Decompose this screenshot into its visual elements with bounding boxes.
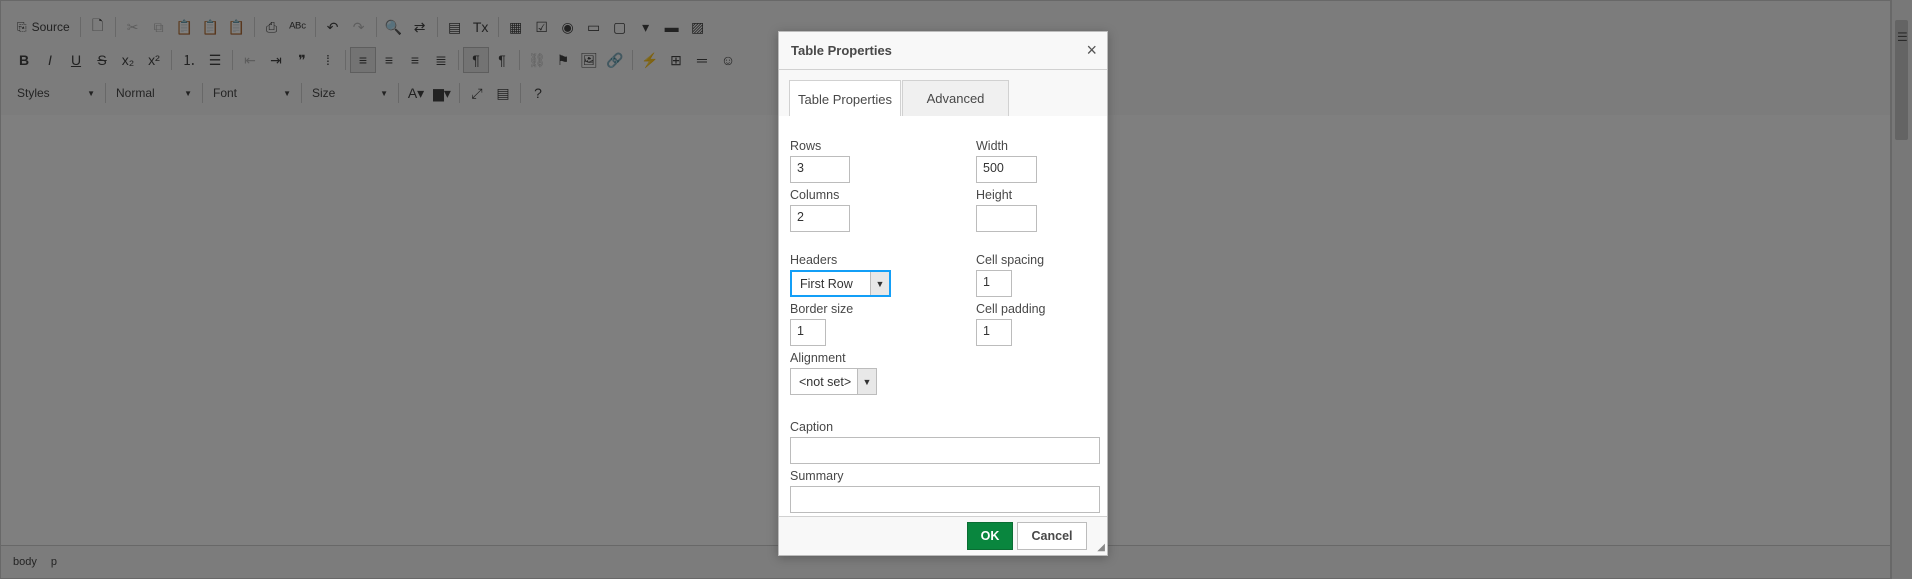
cell-spacing-label: Cell spacing bbox=[976, 253, 1045, 267]
columns-input[interactable]: 2 bbox=[790, 205, 850, 232]
tab-advanced[interactable]: Advanced bbox=[902, 80, 1009, 116]
rows-input[interactable]: 3 bbox=[790, 156, 850, 183]
cell-padding-label: Cell padding bbox=[976, 302, 1046, 316]
dialog-tabs: Table Properties Advanced bbox=[779, 70, 1107, 117]
height-label: Height bbox=[976, 188, 1013, 202]
border-size-label: Border size bbox=[790, 302, 854, 316]
width-input[interactable]: 500 bbox=[976, 156, 1037, 183]
summary-input[interactable] bbox=[790, 486, 1100, 513]
columns-label: Columns bbox=[790, 188, 840, 202]
caption-input[interactable] bbox=[790, 437, 1100, 464]
resize-handle-icon[interactable]: ◢ bbox=[1097, 542, 1105, 553]
caption-label: Caption bbox=[790, 420, 834, 434]
width-label: Width bbox=[976, 139, 1008, 153]
table-properties-dialog: Table Properties × Table Properties Adva… bbox=[778, 31, 1108, 556]
rows-label: Rows bbox=[790, 139, 822, 153]
border-size-input[interactable]: 1 bbox=[790, 319, 826, 346]
close-icon[interactable]: × bbox=[1086, 41, 1097, 59]
alignment-select-value: <not set> bbox=[799, 374, 852, 389]
cancel-button[interactable]: Cancel bbox=[1017, 522, 1087, 550]
ok-button[interactable]: OK bbox=[967, 522, 1013, 550]
dialog-title: Table Properties bbox=[791, 43, 892, 58]
alignment-label: Alignment bbox=[790, 351, 846, 365]
chevron-down-icon[interactable]: ▼ bbox=[857, 369, 876, 394]
tab-table-properties[interactable]: Table Properties bbox=[789, 80, 901, 117]
cell-spacing-input[interactable]: 1 bbox=[976, 270, 1012, 297]
headers-select-value: First Row bbox=[800, 276, 853, 291]
chevron-down-icon[interactable]: ▼ bbox=[870, 272, 889, 295]
dialog-body: Rows 3 Columns 2 Headers First Row ▼ Bor… bbox=[779, 116, 1107, 517]
headers-label: Headers bbox=[790, 253, 838, 267]
dialog-footer: OK Cancel ◢ bbox=[779, 516, 1107, 555]
alignment-select[interactable]: <not set> ▼ bbox=[790, 368, 877, 395]
cell-padding-input[interactable]: 1 bbox=[976, 319, 1012, 346]
summary-label: Summary bbox=[790, 469, 844, 483]
height-input[interactable] bbox=[976, 205, 1037, 232]
dialog-title-bar[interactable]: Table Properties bbox=[779, 32, 1107, 70]
headers-select[interactable]: First Row ▼ bbox=[790, 270, 891, 297]
